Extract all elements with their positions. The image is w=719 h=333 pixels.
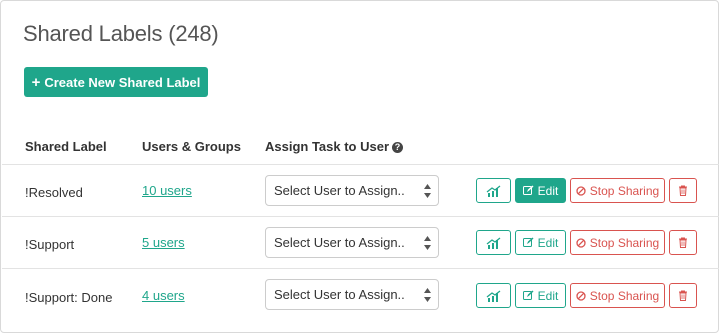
users-link[interactable]: 5 users (142, 235, 185, 250)
users-link[interactable]: 10 users (142, 183, 192, 198)
assign-user-select-value: Select User to Assign.. (274, 235, 405, 250)
header-users-groups: Users & Groups (142, 139, 241, 154)
edit-button[interactable]: Edit (515, 283, 566, 308)
table-row: !Support 5 users Select User to Assign..… (1, 217, 719, 269)
edit-button[interactable]: Edit (515, 230, 566, 255)
assign-user-select[interactable]: Select User to Assign.. (265, 279, 439, 310)
trash-icon (679, 185, 687, 196)
edit-button[interactable]: Edit (515, 178, 566, 203)
assign-user-select-value: Select User to Assign.. (274, 183, 405, 198)
create-shared-label-button-label: Create New Shared Label (44, 74, 201, 90)
header-assign-task: Assign Task to User? (265, 139, 404, 154)
chart-icon (486, 184, 500, 197)
stop-sharing-button-label: Stop Sharing (589, 288, 660, 303)
trash-icon (679, 237, 687, 248)
edit-button-label: Edit (537, 183, 559, 198)
table-row: !Resolved 10 users Select User to Assign… (1, 165, 719, 217)
ban-icon (576, 290, 586, 301)
trash-icon (679, 290, 687, 301)
shared-labels-panel: Shared Labels (248) + Create New Shared … (0, 0, 719, 333)
assign-user-select[interactable]: Select User to Assign.. (265, 227, 439, 258)
stats-button[interactable] (476, 283, 511, 308)
stop-sharing-button-label: Stop Sharing (589, 183, 660, 198)
label-name: !Resolved (25, 185, 83, 200)
label-name: !Support (25, 237, 75, 252)
ban-icon (576, 185, 586, 196)
ban-icon (576, 237, 586, 248)
label-name: !Support: Done (25, 290, 113, 305)
delete-button[interactable] (669, 178, 697, 203)
edit-icon (522, 290, 534, 300)
edit-icon (522, 185, 534, 195)
chart-icon (486, 289, 500, 302)
create-shared-label-button[interactable]: + Create New Shared Label (24, 67, 208, 97)
stop-sharing-button[interactable]: Stop Sharing (570, 230, 665, 255)
plus-icon: + (31, 73, 41, 91)
question-circle-icon[interactable]: ? (392, 141, 404, 153)
delete-button[interactable] (669, 230, 697, 255)
delete-button[interactable] (669, 283, 697, 308)
stop-sharing-button-label: Stop Sharing (589, 235, 660, 250)
users-link[interactable]: 4 users (142, 288, 185, 303)
table-row: !Support: Done 4 users Select User to As… (1, 269, 719, 321)
select-arrows-icon (424, 236, 431, 250)
assign-user-select[interactable]: Select User to Assign.. (265, 175, 439, 206)
edit-button-label: Edit (537, 235, 559, 250)
stats-button[interactable] (476, 230, 511, 255)
chart-icon (486, 236, 500, 249)
page-title: Shared Labels (248) (23, 21, 219, 46)
select-arrows-icon (424, 184, 431, 198)
stop-sharing-button[interactable]: Stop Sharing (570, 283, 665, 308)
stop-sharing-button[interactable]: Stop Sharing (570, 178, 665, 203)
edit-icon (522, 237, 534, 247)
stats-button[interactable] (476, 178, 511, 203)
select-arrows-icon (424, 288, 431, 302)
header-shared-label: Shared Label (25, 139, 107, 154)
header-assign-task-label: Assign Task to User (265, 139, 390, 154)
edit-button-label: Edit (537, 288, 559, 303)
assign-user-select-value: Select User to Assign.. (274, 287, 405, 302)
